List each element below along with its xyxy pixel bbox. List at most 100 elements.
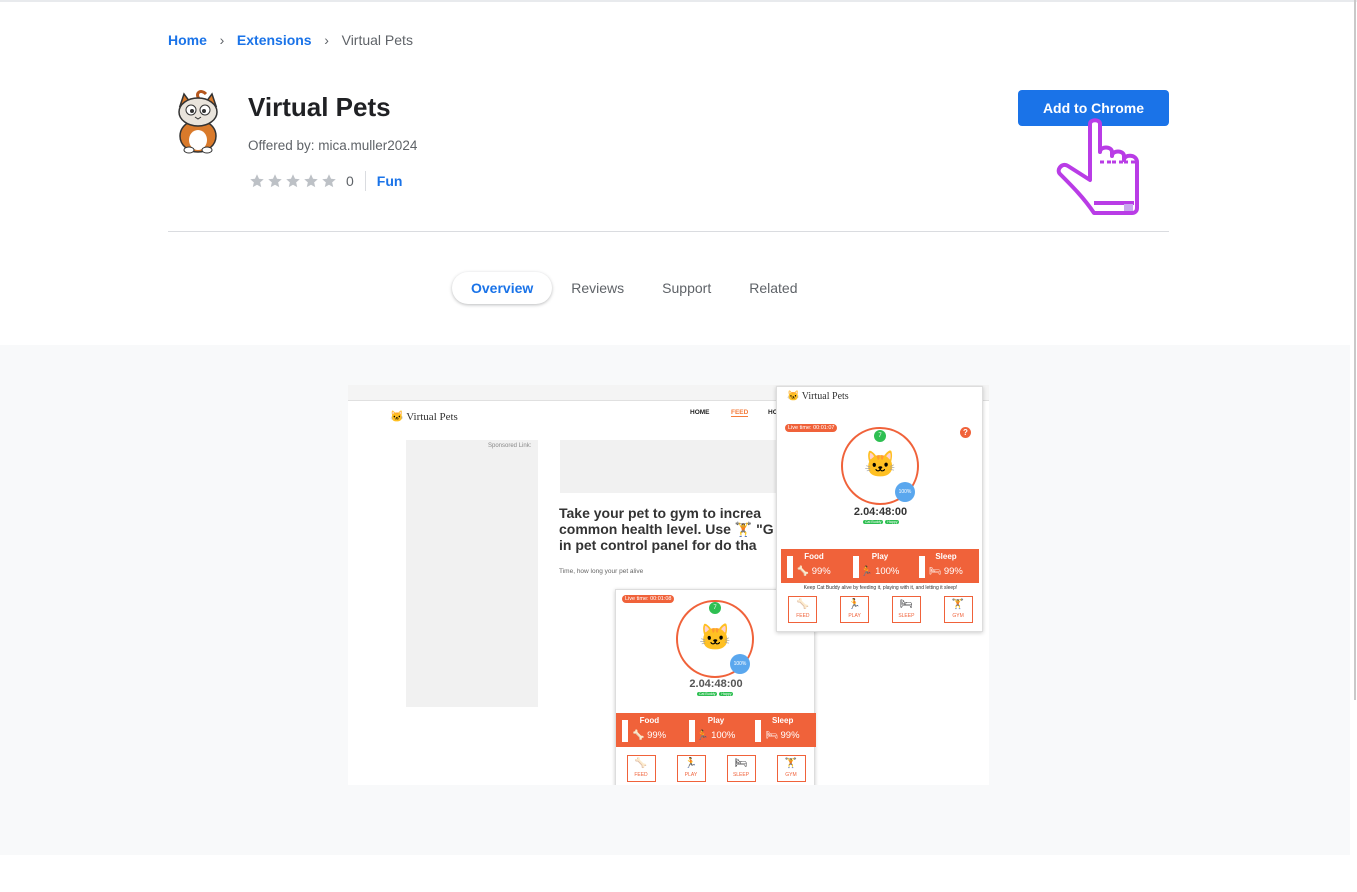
- feed-button[interactable]: 🦴 FEED: [626, 755, 656, 782]
- live-time-badge: Live time: 00:01:08: [622, 595, 675, 603]
- stat-sleep: Sleep 🛏 99%: [913, 549, 979, 583]
- tab-bar: Overview Reviews Support Related: [452, 272, 816, 304]
- percent-badge: 100%: [730, 654, 750, 674]
- screenshot-sponsor-box: [406, 440, 538, 707]
- play-label: PLAY: [848, 613, 861, 619]
- stat-sleep-value: 🛏 99%: [765, 730, 800, 741]
- gym-label: GYM: [952, 613, 964, 619]
- dumbbell-icon: 🏋: [784, 758, 798, 769]
- extension-title: Virtual Pets: [248, 92, 391, 122]
- feed-label: FEED: [796, 613, 810, 619]
- stat-food-label: Food: [639, 716, 660, 725]
- bone-icon: 🦴: [634, 758, 648, 769]
- pet-tags: Cat Buddy Happy: [696, 692, 734, 696]
- breadcrumb-current: Virtual Pets: [341, 32, 413, 48]
- screenshot-promo-text: Take your pet to gym to increa common he…: [559, 505, 774, 553]
- play-button[interactable]: 🏃 PLAY: [676, 755, 706, 782]
- stats-bar: Food 🦴 99% Play 🏃 100% Sleep 🛏 99%: [616, 713, 816, 747]
- tab-related[interactable]: Related: [730, 272, 816, 304]
- stat-food-label: Food: [804, 552, 824, 561]
- tag-mood: Happy: [885, 520, 900, 524]
- sleep-button[interactable]: 🛏 SLEEP: [726, 755, 756, 782]
- category-link[interactable]: Fun: [377, 173, 403, 189]
- offered-by: Offered by: mica.muller2024: [248, 138, 418, 153]
- stat-play-value: 🏃 100%: [696, 730, 736, 741]
- cat-face-icon: 🐱: [699, 622, 732, 652]
- screenshot-nav-feed: FEED: [731, 409, 749, 417]
- star-icon: [268, 174, 282, 188]
- stat-play: Play 🏃 100%: [683, 713, 750, 747]
- help-icon[interactable]: ?: [960, 427, 971, 438]
- live-time-badge: Live time: 00:01:07: [785, 424, 838, 432]
- action-buttons: 🦴 FEED 🏃 PLAY 🛏 SLEEP 🏋 GYM: [616, 755, 816, 782]
- rating-divider: [364, 171, 366, 191]
- tag-name: Cat Buddy: [863, 520, 884, 524]
- screenshot-sponsored-label: Sponsored Link:: [488, 443, 532, 449]
- tab-overview[interactable]: Overview: [452, 272, 553, 304]
- keep-alive-note: Keep Cat Buddy alive by feeding it, play…: [803, 585, 958, 591]
- extension-screenshot[interactable]: 🐱 Virtual Pets HOME FEED HO Sponsored Li…: [348, 385, 989, 785]
- pointer-hand-icon: [1056, 118, 1139, 215]
- feed-button[interactable]: 🦴 FEED: [788, 596, 818, 623]
- chevron-right-icon: ›: [219, 32, 225, 48]
- stat-food-value: 🦴 99%: [632, 730, 667, 741]
- tag-name: Cat Buddy: [697, 692, 718, 696]
- gym-button[interactable]: 🏋 GYM: [776, 755, 806, 782]
- top-edge: [0, 0, 1357, 2]
- percent-badge: 100%: [895, 482, 915, 502]
- sleep-label: SLEEP: [898, 613, 915, 619]
- screenshot-ad-box: [560, 440, 790, 493]
- stat-sleep-label: Sleep: [935, 552, 957, 561]
- breadcrumb-extensions-link[interactable]: Extensions: [237, 32, 312, 48]
- sleep-button[interactable]: 🛏 SLEEP: [891, 596, 921, 623]
- tab-support[interactable]: Support: [643, 272, 730, 304]
- tag-mood: Happy: [719, 692, 734, 696]
- pet-clock: 2.04:48:00: [689, 678, 743, 690]
- bed-icon: 🛏: [734, 758, 748, 769]
- screenshot-nav-home: HOME: [690, 409, 710, 416]
- breadcrumb: Home › Extensions › Virtual Pets: [168, 31, 413, 49]
- stat-play-value: 🏃 100%: [860, 566, 900, 577]
- cat-face-icon: 🐱: [864, 449, 897, 479]
- level-badge: 7: [874, 430, 886, 442]
- gym-button[interactable]: 🏋 GYM: [943, 596, 973, 623]
- screenshot-site-logo: 🐱 Virtual Pets: [390, 411, 458, 423]
- header-divider: [168, 231, 1169, 232]
- stat-sleep: Sleep 🛏 99%: [749, 713, 816, 747]
- bone-icon: 🦴: [796, 599, 810, 610]
- pet-clock: 2.04:48:00: [853, 506, 908, 518]
- stat-food: Food 🦴 99%: [781, 549, 847, 583]
- running-icon: 🏃: [848, 599, 861, 610]
- rating-stars: [248, 172, 338, 190]
- breadcrumb-home-link[interactable]: Home: [168, 32, 207, 48]
- tab-reviews[interactable]: Reviews: [552, 272, 643, 304]
- chevron-right-icon: ›: [324, 32, 329, 48]
- stat-food-value: 🦴 99%: [797, 566, 831, 577]
- star-icon: [250, 174, 264, 188]
- sleep-label: SLEEP: [732, 772, 750, 778]
- star-icon: [322, 174, 336, 188]
- stat-play: Play 🏃 100%: [847, 549, 913, 583]
- stats-bar: Food 🦴 99% Play 🏃 100% Sleep 🛏 99%: [781, 549, 979, 583]
- stat-sleep-label: Sleep: [772, 716, 794, 725]
- pet-tags: Cat Buddy Happy: [862, 520, 900, 524]
- cat-logo-icon: [178, 90, 218, 154]
- stat-play-label: Play: [707, 716, 725, 725]
- play-label: PLAY: [684, 772, 698, 778]
- bed-icon: 🛏: [900, 599, 913, 610]
- feed-label: FEED: [634, 772, 648, 778]
- gym-label: GYM: [785, 772, 797, 778]
- screenshot-time-note: Time, how long your pet alive: [559, 568, 644, 575]
- stat-sleep-value: 🛏 99%: [929, 566, 963, 577]
- star-icon: [286, 174, 300, 188]
- scrollbar[interactable]: [1354, 0, 1356, 700]
- popup-title: 🐱 Virtual Pets: [787, 391, 849, 402]
- stat-food: Food 🦴 99%: [616, 713, 683, 747]
- rating-row: 0 Fun: [248, 171, 402, 191]
- screenshot-popup-front: 🐱 Virtual Pets Live time: 00:01:07 ? 7 🐱…: [776, 386, 983, 632]
- rating-count[interactable]: 0: [346, 173, 354, 189]
- star-icon: [304, 174, 318, 188]
- action-buttons: 🦴 FEED 🏃 PLAY 🛏 SLEEP 🏋 GYM: [777, 596, 984, 623]
- play-button[interactable]: 🏃 PLAY: [840, 596, 870, 623]
- dumbbell-icon: 🏋: [951, 599, 965, 610]
